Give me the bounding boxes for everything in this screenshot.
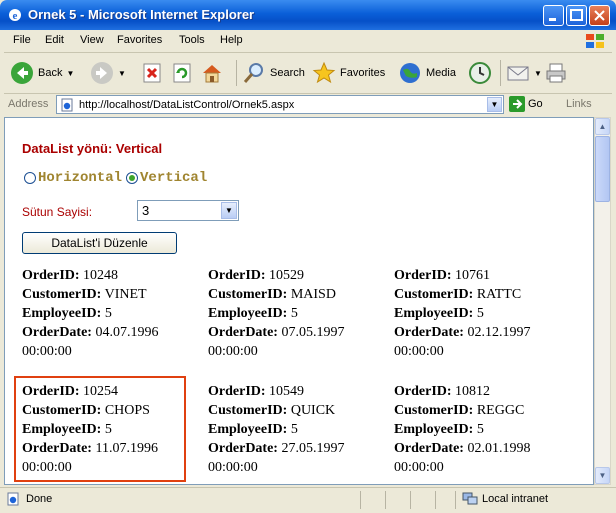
address-url: http://localhost/DataListControl/Ornek5.… xyxy=(79,99,295,111)
minimize-icon xyxy=(549,18,556,21)
record-cell: OrderID: 10812 CustomerID: REGGC Employe… xyxy=(394,384,531,475)
home-button[interactable] xyxy=(200,58,224,88)
direction-radio-group: Horizontal Vertical xyxy=(24,170,207,186)
forward-button[interactable]: ▼ xyxy=(90,58,126,88)
column-count-select[interactable]: 3 ▼ xyxy=(137,200,239,221)
svg-text:e: e xyxy=(13,10,18,22)
favorites-label: Favorites xyxy=(340,67,386,79)
menu-tools[interactable]: Tools xyxy=(179,34,205,46)
stop-icon xyxy=(143,63,161,83)
forward-dropdown-icon[interactable]: ▼ xyxy=(118,69,126,78)
menu-view[interactable]: View xyxy=(80,34,104,46)
address-input[interactable]: http://localhost/DataListControl/Ornek5.… xyxy=(56,95,504,114)
menu-file[interactable]: File xyxy=(13,34,31,46)
media-button[interactable]: Media xyxy=(398,58,456,88)
minimize-button[interactable] xyxy=(543,5,564,26)
go-label: Go xyxy=(528,98,543,110)
ie-logo-icon: e xyxy=(9,9,21,22)
page-heading: DataList yönü: Vertical xyxy=(22,141,163,156)
record-cell: OrderID: 10549 CustomerID: QUICK Employe… xyxy=(208,384,345,475)
record-cell: OrderID: 10761 CustomerID: RATTC Employe… xyxy=(394,268,531,359)
menu-bar: File Edit View Favorites Tools Help xyxy=(4,30,612,53)
print-button[interactable] xyxy=(544,58,568,88)
mail-dropdown-icon[interactable]: ▼ xyxy=(534,69,542,78)
close-button[interactable] xyxy=(589,5,610,26)
scroll-down-icon[interactable]: ▼ xyxy=(595,467,610,484)
menu-edit[interactable]: Edit xyxy=(45,34,64,46)
address-dropdown-icon[interactable]: ▼ xyxy=(487,97,502,112)
go-arrow-icon xyxy=(509,96,525,112)
stop-button[interactable] xyxy=(140,58,164,88)
history-button[interactable] xyxy=(468,58,492,88)
status-bar: Done Local intranet xyxy=(0,487,616,513)
horizontal-radio[interactable] xyxy=(24,172,36,184)
column-count-label: Sütun Sayisi: xyxy=(22,205,93,219)
page-status-icon xyxy=(7,492,19,506)
edit-datalist-button[interactable]: DataList'i Düzenle xyxy=(22,232,177,254)
maximize-icon xyxy=(570,9,583,21)
security-zone: Local intranet xyxy=(462,492,548,506)
menu-favorites[interactable]: Favorites xyxy=(117,34,162,46)
media-label: Media xyxy=(426,67,456,79)
refresh-icon xyxy=(173,63,191,83)
links-label[interactable]: Links xyxy=(566,98,592,110)
record-cell: OrderID: 10248 CustomerID: VINET Employe… xyxy=(22,268,159,359)
search-label: Search xyxy=(270,67,305,79)
windows-logo-icon xyxy=(586,34,604,48)
go-button[interactable]: Go xyxy=(509,96,543,112)
address-bar: Address http://localhost/DataListControl… xyxy=(4,94,612,116)
back-button[interactable]: Back ▼ xyxy=(10,58,74,88)
media-globe-icon xyxy=(400,63,420,83)
menu-help[interactable]: Help xyxy=(220,34,243,46)
page-viewport: DataList yönü: Vertical Horizontal Verti… xyxy=(4,117,594,485)
mail-icon xyxy=(507,66,529,81)
forward-arrow-icon xyxy=(91,62,113,84)
history-icon xyxy=(469,62,491,84)
vertical-radio[interactable] xyxy=(126,172,139,184)
toolbar: Back ▼ ▼ Search Favorites Media ▼ xyxy=(4,53,612,94)
status-text: Done xyxy=(26,493,53,505)
page-icon xyxy=(61,98,73,112)
title-bar[interactable]: e Ornek 5 - Microsoft Internet Explorer xyxy=(0,0,616,30)
close-icon xyxy=(594,10,605,21)
home-icon xyxy=(203,65,221,83)
zone-label: Local intranet xyxy=(482,493,549,505)
mail-button[interactable]: ▼ xyxy=(506,58,542,88)
column-count-dropdown-icon[interactable]: ▼ xyxy=(221,202,237,219)
highlight-box xyxy=(14,376,186,482)
vertical-scrollbar[interactable]: ▲ ▼ xyxy=(594,117,611,485)
refresh-button[interactable] xyxy=(170,58,194,88)
printer-icon xyxy=(546,63,566,83)
search-button[interactable]: Search xyxy=(242,58,305,88)
back-dropdown-icon[interactable]: ▼ xyxy=(66,69,74,78)
column-count-value: 3 xyxy=(142,203,150,218)
search-icon xyxy=(243,63,263,83)
record-cell: OrderID: 10529 CustomerID: MAISD Employe… xyxy=(208,268,345,359)
maximize-button[interactable] xyxy=(566,5,587,26)
favorites-button[interactable]: Favorites xyxy=(312,58,385,88)
address-label: Address xyxy=(8,98,49,110)
back-label: Back xyxy=(38,67,63,79)
scroll-up-icon[interactable]: ▲ xyxy=(595,118,610,135)
back-arrow-icon xyxy=(11,62,33,84)
local-intranet-icon xyxy=(462,492,478,505)
horizontal-radio-label[interactable]: Horizontal xyxy=(38,170,122,186)
scroll-thumb[interactable] xyxy=(595,136,610,202)
favorites-star-icon xyxy=(312,61,336,84)
vertical-radio-label[interactable]: Vertical xyxy=(140,170,207,186)
window-title: Ornek 5 - Microsoft Internet Explorer xyxy=(28,7,255,22)
